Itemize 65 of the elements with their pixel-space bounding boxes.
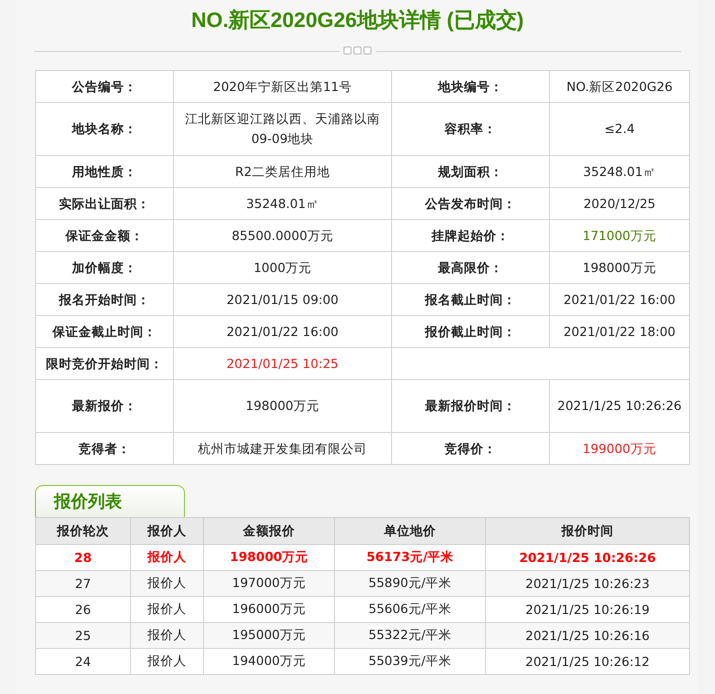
field-label: 规划面积： bbox=[392, 156, 550, 188]
field-value: 199000万元 bbox=[550, 432, 690, 464]
field-label: 最高限价： bbox=[392, 252, 550, 284]
field-label: 挂牌起始价： bbox=[392, 220, 550, 252]
table-cell: 55039元/平米 bbox=[334, 648, 486, 674]
field-label: 地块名称： bbox=[36, 102, 174, 156]
field-value: 85500.0000万元 bbox=[174, 220, 392, 252]
field-label: 保证金截止时间： bbox=[36, 316, 174, 348]
field-label: 公告发布时间： bbox=[392, 188, 550, 220]
field-value: 35248.01㎡ bbox=[174, 188, 392, 220]
field-value: R2二类居住用地 bbox=[174, 156, 392, 188]
field-value: ≤2.4 bbox=[550, 102, 690, 156]
field-label: 最新报价： bbox=[36, 380, 174, 432]
column-header: 金额报价 bbox=[204, 518, 334, 544]
field-value: 2021/01/22 16:00 bbox=[174, 316, 392, 348]
column-header: 报价时间 bbox=[486, 518, 690, 544]
field-value: 198000万元 bbox=[174, 380, 392, 432]
field-label: 竞得者： bbox=[36, 432, 174, 464]
table-cell: 报价人 bbox=[130, 648, 204, 674]
table-cell: 27 bbox=[36, 570, 130, 596]
column-header: 报价人 bbox=[130, 518, 204, 544]
divider-ornament-icon bbox=[342, 46, 372, 56]
field-value: 2021/1/25 10:26:26 bbox=[550, 380, 690, 432]
field-label: 用地性质： bbox=[36, 156, 174, 188]
field-value: 171000万元 bbox=[550, 220, 690, 252]
field-value: 2020/12/25 bbox=[550, 188, 690, 220]
field-label: 报名截止时间： bbox=[392, 284, 550, 316]
field-label: 容积率： bbox=[392, 102, 550, 156]
field-label: 地块编号： bbox=[392, 70, 550, 102]
field-value: 杭州市城建开发集团有限公司 bbox=[174, 432, 392, 464]
column-header: 报价轮次 bbox=[36, 518, 130, 544]
page-title: NO.新区2020G26地块详情 (已成交) bbox=[190, 8, 525, 34]
field-label: 最新报价时间： bbox=[392, 380, 550, 432]
table-cell: 2021/1/25 10:26:16 bbox=[486, 622, 690, 648]
table-cell: 2021/1/25 10:26:12 bbox=[486, 648, 690, 674]
field-value: 2021/01/22 18:00 bbox=[550, 316, 690, 348]
table-cell: 报价人 bbox=[130, 570, 204, 596]
field-label: 实际出让面积： bbox=[36, 188, 174, 220]
column-header: 单位地价 bbox=[334, 518, 486, 544]
field-label: 保证金金额： bbox=[36, 220, 174, 252]
field-value: 2021/01/22 16:00 bbox=[550, 284, 690, 316]
field-label: 限时竞价开始时间： bbox=[36, 348, 174, 380]
field-value: 2021/01/25 10:25 bbox=[174, 348, 392, 380]
field-label: 报价截止时间： bbox=[392, 316, 550, 348]
field-label: 报名开始时间： bbox=[36, 284, 174, 316]
table-cell: 197000万元 bbox=[204, 570, 334, 596]
table-cell: 194000万元 bbox=[204, 648, 334, 674]
field-label: 加价幅度： bbox=[36, 252, 174, 284]
field-value: 1000万元 bbox=[174, 252, 392, 284]
table-cell: 25 bbox=[36, 622, 130, 648]
field-label: 竞得价： bbox=[392, 432, 550, 464]
section-tab[interactable]: 报价列表 bbox=[35, 485, 185, 517]
field-value: NO.新区2020G26 bbox=[550, 70, 690, 102]
table-cell: 报价人 bbox=[130, 622, 204, 648]
table-cell: 2021/1/25 10:26:23 bbox=[486, 570, 690, 596]
field-value: 198000万元 bbox=[550, 252, 690, 284]
field-value: 2020年宁新区出第11号 bbox=[174, 70, 392, 102]
table-cell: 24 bbox=[36, 648, 130, 674]
field-value: 35248.01㎡ bbox=[550, 156, 690, 188]
field-value: 2021/01/15 09:00 bbox=[174, 284, 392, 316]
table-cell: 55890元/平米 bbox=[334, 570, 486, 596]
field-label: 公告编号： bbox=[36, 70, 174, 102]
field-value: 江北新区迎江路以西、天浦路以南09-09地块 bbox=[174, 102, 392, 156]
table-cell: 55322元/平米 bbox=[334, 622, 486, 648]
table-cell: 195000万元 bbox=[204, 622, 334, 648]
